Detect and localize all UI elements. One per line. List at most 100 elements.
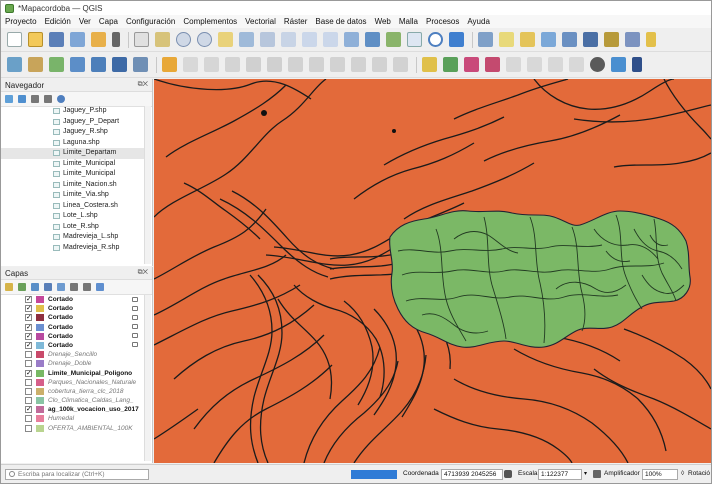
layer-symbol-swatch[interactable]	[36, 323, 44, 331]
diagram-tool-icon[interactable]	[548, 57, 563, 72]
layer-symbol-swatch[interactable]	[36, 397, 44, 405]
menu-ayuda[interactable]: Ayuda	[467, 17, 490, 26]
layer-visibility-checkbox[interactable]: ✓	[25, 341, 32, 349]
menu-complementos[interactable]: Complementos	[183, 17, 237, 26]
layer-indicator-icon[interactable]	[132, 305, 138, 311]
layer-item[interactable]: OFERTA_AMBIENTAL_100K	[1, 424, 147, 433]
layer-item[interactable]: ✓ Cortado	[1, 332, 147, 341]
layer-item[interactable]: ✓ Limite_Municipal_Poligono	[1, 369, 147, 378]
map-canvas[interactable]	[154, 79, 711, 463]
layer-visibility-checkbox[interactable]: ✓	[25, 332, 32, 340]
save-project-icon[interactable]	[49, 32, 64, 47]
properties-icon[interactable]	[57, 95, 65, 103]
layer-item[interactable]: ✓ Cortado	[1, 295, 147, 304]
layer-visibility-checkbox[interactable]	[25, 360, 32, 368]
new-project-icon[interactable]	[7, 32, 22, 47]
add-vector-layer-icon[interactable]	[49, 57, 64, 72]
add-spatialite-icon[interactable]	[133, 57, 148, 72]
layer-item[interactable]: ✓ Cortado	[1, 323, 147, 332]
python-console-icon[interactable]	[611, 57, 626, 72]
layer-visibility-checkbox[interactable]: ✓	[25, 369, 32, 377]
collapse-all-icon[interactable]	[44, 95, 52, 103]
field-calculator-icon[interactable]	[625, 32, 640, 47]
label-move-icon[interactable]	[485, 57, 500, 72]
layer-item[interactable]: Drenaje_Sencillo	[1, 350, 147, 359]
menu-raster[interactable]: Ráster	[284, 17, 308, 26]
layer-symbol-swatch[interactable]	[36, 360, 44, 368]
filter-legend-icon[interactable]	[44, 283, 52, 291]
browser-item[interactable]: Limite_Nacion.sh	[1, 180, 146, 191]
panel-float-close-icon[interactable]: ⧉✕	[138, 269, 148, 277]
plugin-icon[interactable]	[590, 57, 605, 72]
add-raster-layer-icon[interactable]	[70, 57, 85, 72]
deselect-icon[interactable]	[541, 32, 556, 47]
browser-item[interactable]: Jaguey_P_Depart	[1, 117, 146, 128]
layer-styling-icon[interactable]	[5, 283, 13, 291]
layer-visibility-checkbox[interactable]: ✓	[25, 296, 32, 303]
identify-features-icon[interactable]	[478, 32, 493, 47]
data-source-manager-icon[interactable]	[7, 57, 22, 72]
pan-map-icon[interactable]	[134, 32, 149, 47]
zoom-native-icon[interactable]	[281, 32, 296, 47]
add-point-icon[interactable]	[204, 57, 219, 72]
layer-symbol-swatch[interactable]	[36, 351, 44, 359]
browser-item[interactable]: Lote_R.shp	[1, 222, 146, 233]
collapse-all-layers-icon[interactable]	[83, 283, 91, 291]
layer-indicator-icon[interactable]	[132, 342, 138, 348]
save-edits-icon[interactable]	[183, 57, 198, 72]
menu-edicion[interactable]: Edición	[45, 17, 71, 26]
layer-indicator-icon[interactable]	[132, 314, 138, 320]
delete-selected-icon[interactable]	[288, 57, 303, 72]
layer-item[interactable]: Humedal	[1, 414, 147, 423]
menu-capa[interactable]: Capa	[99, 17, 118, 26]
browser-scrollbar[interactable]	[144, 106, 151, 264]
layer-symbol-swatch[interactable]	[36, 332, 44, 340]
open-project-icon[interactable]	[28, 32, 43, 47]
expand-all-icon[interactable]	[70, 283, 78, 291]
menu-web[interactable]: Web	[375, 17, 391, 26]
new-layer-icon[interactable]	[28, 57, 43, 72]
zoom-full-icon[interactable]	[218, 32, 233, 47]
pan-to-selection-icon[interactable]	[155, 32, 170, 47]
layer-symbol-swatch[interactable]	[36, 296, 44, 303]
label-toolbar-extra-icon[interactable]	[569, 57, 584, 72]
bookmark-icon[interactable]	[386, 32, 401, 47]
scale-dropdown-icon[interactable]: ▾	[584, 470, 587, 477]
layer-indicator-icon[interactable]	[132, 324, 138, 330]
browser-item[interactable]: Madrevieja_R.shp	[1, 243, 146, 254]
annotation-icon[interactable]	[646, 32, 656, 47]
refresh-icon[interactable]	[449, 32, 464, 47]
zoom-to-layer-icon[interactable]	[260, 32, 275, 47]
layer-visibility-checkbox[interactable]	[25, 424, 32, 432]
layer-indicator-icon[interactable]	[132, 296, 138, 302]
new-3d-view-icon[interactable]	[365, 32, 380, 47]
layer-item[interactable]: ✓ Cortado	[1, 313, 147, 322]
layer-symbol-swatch[interactable]	[36, 369, 44, 377]
layer-visibility-checkbox[interactable]	[25, 387, 32, 395]
filter-legend-expression-icon[interactable]	[57, 283, 65, 291]
browser-item[interactable]: Laguna.shp	[1, 138, 146, 149]
new-print-layout-icon[interactable]	[70, 32, 85, 47]
label-show-hide-icon[interactable]	[464, 57, 479, 72]
measure-icon[interactable]	[562, 32, 577, 47]
add-line-icon[interactable]	[225, 57, 240, 72]
layer-symbol-swatch[interactable]	[36, 341, 44, 349]
locator-search-input[interactable]: Escriba para localizar (Ctrl+K)	[5, 468, 149, 480]
browser-item[interactable]: Madrevieja_L.shp	[1, 232, 146, 243]
menu-proyecto[interactable]: Proyecto	[5, 17, 37, 26]
coordinate-field[interactable]: 4713939 2045256	[441, 469, 503, 480]
browser-item[interactable]: Jaguey_P.shp	[1, 106, 146, 117]
panel-float-close-icon[interactable]: ⧉✕	[138, 81, 148, 89]
layer-indicator-icon[interactable]	[132, 333, 138, 339]
toggle-editing-icon[interactable]	[162, 57, 177, 72]
style-manager-icon[interactable]	[112, 32, 120, 47]
layer-visibility-checkbox[interactable]: ✓	[25, 314, 32, 322]
layer-item[interactable]: Parques_Nacionales_Naturale	[1, 378, 147, 387]
layer-item[interactable]: cobertura_tierra_clc_2018	[1, 387, 147, 396]
layer-item[interactable]: ✓ Cortado	[1, 304, 147, 313]
lock-scale-icon[interactable]	[593, 470, 601, 478]
scale-combobox[interactable]: 1:122377	[538, 469, 582, 480]
new-map-view-icon[interactable]	[344, 32, 359, 47]
layer-symbol-swatch[interactable]	[36, 314, 44, 322]
statistics-icon[interactable]	[604, 32, 619, 47]
